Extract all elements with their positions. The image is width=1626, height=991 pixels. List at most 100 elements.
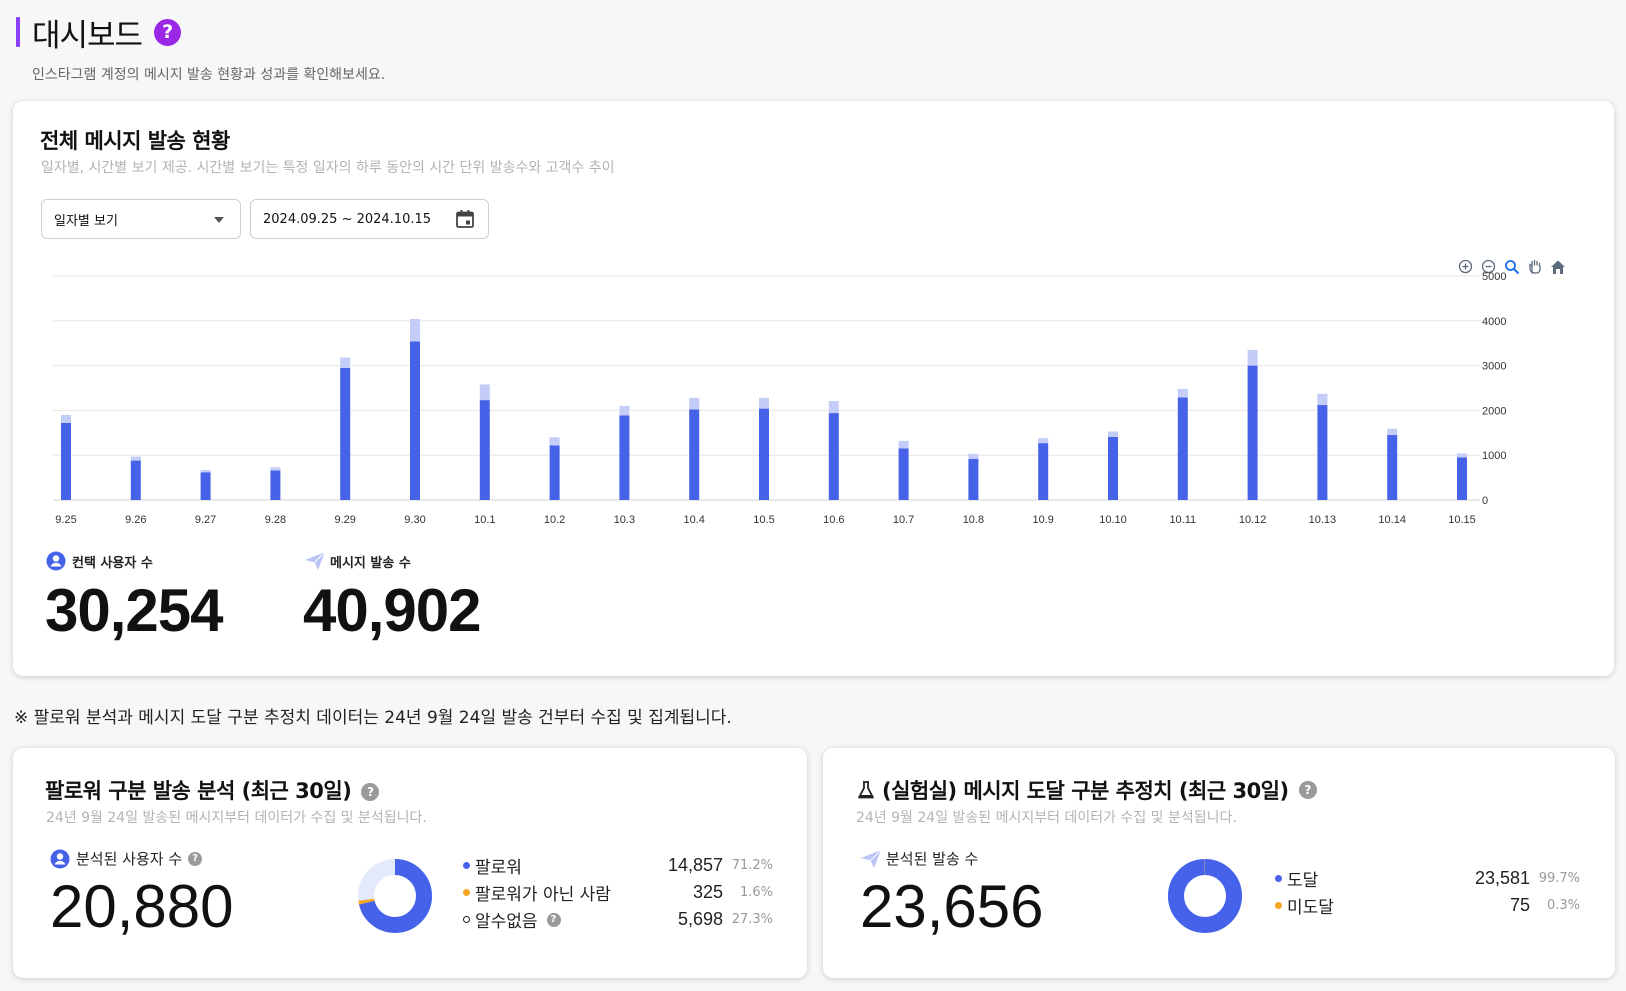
analyzed-users-label: 분석된 사용자 수 ? [50,848,203,869]
chevron-down-icon [214,217,224,223]
legend-percent: 27.3% [731,912,773,927]
bar-primary[interactable] [1247,365,1258,500]
legend-label: 미도달 [1287,898,1334,918]
delivery-estimate-card: (실험실) 메시지 도달 구분 추정치 (최근 30일)? 24년 9월 24일… [823,748,1615,978]
legend-label: 팔로워가 아닌 사람 [475,885,611,905]
user-circle-icon [50,849,70,868]
legend-value: 14,857 [667,855,723,875]
x-tick-label: 10.12 [1239,514,1267,526]
bar-secondary[interactable] [828,400,839,414]
bar-primary[interactable] [1457,457,1467,500]
y-tick-label: 5000 [1482,271,1506,283]
question-circle-icon[interactable]: ? [154,18,182,46]
donut-slice[interactable] [1168,859,1242,933]
kpi-label-text: 메시지 발송 수 [330,555,411,571]
bar-primary[interactable] [1108,436,1118,500]
question-circle-icon[interactable]: ? [546,912,561,927]
legend-item-non-follower: 팔로워가 아닌 사람 325 1.6% [463,879,773,906]
y-tick-label: 4000 [1482,316,1506,328]
y-tick-label: 0 [1482,495,1488,507]
x-tick-label: 10.7 [893,514,914,526]
bar-secondary[interactable] [1317,393,1328,406]
y-tick-label: 3000 [1482,361,1506,373]
bar-primary[interactable] [270,470,281,500]
bar-secondary[interactable] [1177,388,1188,398]
bar-secondary[interactable] [689,397,700,410]
bar-secondary[interactable] [200,469,211,473]
card-description: 24년 9월 24일 발송된 메시지부터 데이터가 수집 및 분석됩니다. [46,810,427,826]
bar-secondary[interactable] [61,414,71,423]
paper-plane-icon [861,849,882,868]
bar-primary[interactable] [1038,443,1049,500]
bar-secondary[interactable] [1038,438,1049,444]
legend-dot [1275,875,1282,882]
legend-dot [463,862,470,869]
legend-item-follower: 팔로워 14,857 71.2% [463,852,773,879]
card-title: (실험실) 메시지 도달 구분 추정치 (최근 30일)? [856,775,1317,805]
delivery-legend: 도달 23,581 99.7% 미도달 75 0.3% [1275,865,1580,919]
y-tick-label: 1000 [1482,450,1506,462]
bar-primary[interactable] [968,458,979,500]
bar-primary[interactable] [759,408,769,500]
x-tick-label: 10.6 [823,514,844,526]
bar-secondary[interactable] [1108,431,1118,437]
bar-secondary[interactable] [549,437,560,446]
bar-secondary[interactable] [479,384,490,401]
bar-primary[interactable] [200,472,211,500]
x-tick-label: 10.13 [1309,514,1337,526]
bar-primary[interactable] [1387,435,1398,500]
bar-primary[interactable] [1317,405,1328,500]
legend-value: 325 [692,882,723,902]
view-mode-select[interactable]: 일자별 보기 [41,199,241,239]
legend-percent: 71.2% [731,858,773,873]
bar-secondary[interactable] [270,467,281,471]
bar-secondary[interactable] [130,456,141,461]
question-circle-icon[interactable]: ? [361,783,380,801]
bar-secondary[interactable] [968,453,979,459]
bar-secondary[interactable] [1387,428,1398,436]
bar-primary[interactable] [410,341,420,500]
x-tick-label: 9.30 [404,514,425,526]
x-tick-label: 10.8 [963,514,984,526]
x-tick-label: 10.10 [1099,514,1127,526]
bar-primary[interactable] [689,409,700,500]
bar-primary[interactable] [549,445,560,500]
bar-secondary[interactable] [898,440,909,449]
legend-percent: 99.7% [1538,871,1580,886]
bar-primary[interactable] [1177,397,1188,500]
bar-secondary[interactable] [619,405,630,416]
bar-secondary[interactable] [340,357,351,368]
x-tick-label: 10.11 [1169,514,1196,526]
card-title: 팔로워 구분 발송 분석 (최근 30일)? [45,775,380,805]
x-tick-label: 9.26 [125,514,146,526]
date-range-picker[interactable]: 2024.09.25 ~ 2024.10.15 [250,199,489,239]
legend-dot [463,889,470,896]
bar-primary[interactable] [479,400,490,500]
legend-dot [1275,902,1282,909]
calendar-icon[interactable] [455,209,475,229]
legend-label: 도달 [1287,871,1319,891]
x-tick-label: 10.9 [1032,514,1053,526]
bar-primary[interactable] [619,415,630,500]
bar-primary[interactable] [61,422,71,500]
message-bar-chart: 0 1000 2000 3000 4000 5000 9.25 9.26 9.27 9.28 9.2… [53,271,1506,526]
follower-donut-chart [358,859,432,933]
follower-analysis-card: 팔로워 구분 발송 분석 (최근 30일)? 24년 9월 24일 발송된 메시… [13,748,807,978]
bar-secondary[interactable] [410,319,420,342]
card-description: 24년 9월 24일 발송된 메시지부터 데이터가 수집 및 분석됩니다. [856,810,1237,826]
question-circle-icon[interactable]: ? [1298,781,1317,799]
follower-card-title: 팔로워 구분 발송 분석 (최근 30일) [45,779,352,803]
bar-primary[interactable] [130,460,141,500]
bar-primary[interactable] [898,448,909,500]
question-circle-icon[interactable]: ? [188,851,203,866]
kpi-contact-users-label: 컨택 사용자 수 [46,551,153,571]
bar-secondary[interactable] [1247,349,1258,366]
analyzed-sends-value: 23,656 [860,873,1044,940]
x-tick-label: 10.5 [753,514,774,526]
bar-primary[interactable] [340,367,351,500]
bar-secondary[interactable] [759,397,769,409]
kpi-messages-sent-label: 메시지 발송 수 [304,551,411,571]
bar-secondary[interactable] [1457,453,1467,458]
analyzed-users-value: 20,880 [50,873,234,940]
bar-primary[interactable] [828,413,839,500]
